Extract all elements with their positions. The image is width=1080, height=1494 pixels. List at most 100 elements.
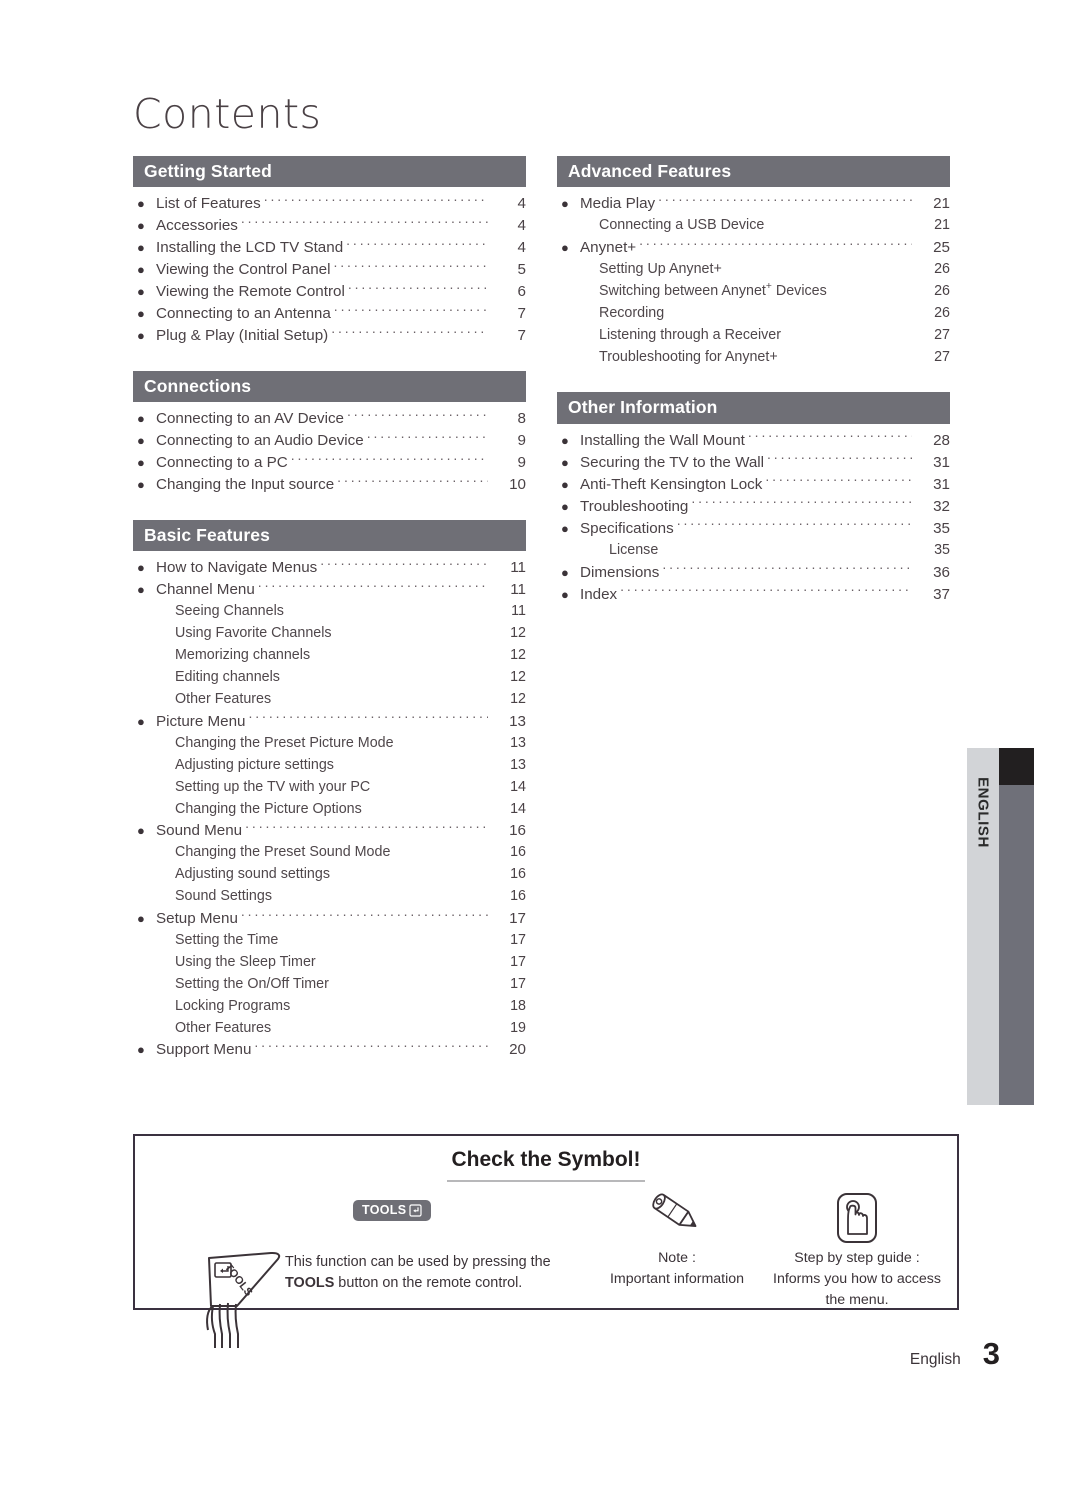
toc-item-label: Channel Menu	[156, 581, 255, 599]
toc-page-number: 12	[510, 647, 526, 664]
toc-subitem[interactable]: Connecting a USB Device 21	[557, 215, 950, 237]
toc-item-label: Changing the Picture Options	[175, 800, 362, 817]
toc-item[interactable]: ● Installing the Wall Mount 28	[557, 430, 950, 452]
toc-subitem[interactable]: Using Favorite Channels 12	[133, 623, 526, 645]
toc-page-number: 35	[933, 519, 950, 537]
toc-item-label: Switching between Anynet+ Devices	[599, 281, 827, 300]
side-tab-black-cap	[999, 748, 1034, 785]
toc-column-right: Advanced Features ●Media Play21Connecting…	[557, 156, 950, 605]
toc-section-header: Basic Features	[133, 520, 526, 552]
toc-subitem[interactable]: Listening through a Receiver 27	[557, 325, 950, 347]
toc-section-header: Getting Started	[133, 156, 526, 188]
toc-item[interactable]: ● Connecting to a PC 9	[133, 452, 526, 474]
toc-subitem[interactable]: Other Features 12	[133, 689, 526, 711]
toc-subitem[interactable]: Sound Settings 16	[133, 886, 526, 908]
toc-page-number: 7	[517, 327, 526, 345]
toc-item[interactable]: ● Anti-Theft Kensington Lock 31	[557, 474, 950, 496]
toc-subitem[interactable]: Seeing Channels 11	[133, 601, 526, 623]
toc-page-number: 21	[934, 217, 950, 234]
toc-item[interactable]: ● Specifications 35	[557, 518, 950, 540]
leader-dots	[830, 281, 912, 295]
bullet-icon: ●	[137, 911, 145, 927]
toc-item[interactable]: ● Connecting to an Antenna 7	[133, 303, 526, 325]
toc-page-number: 11	[510, 581, 526, 599]
toc-item[interactable]: ● Support Menu 20	[133, 1039, 526, 1061]
toc-subitem[interactable]: Changing the Preset Picture Mode 13	[133, 733, 526, 755]
toc-item[interactable]: ● Anynet+ 25	[557, 237, 950, 259]
toc-item[interactable]: ● Viewing the Control Panel 5	[133, 259, 526, 281]
bullet-icon: ●	[137, 262, 145, 278]
toc-section-header: Advanced Features	[557, 156, 950, 188]
toc-item[interactable]: ● Picture Menu 13	[133, 711, 526, 733]
note-icon-row	[597, 1192, 757, 1248]
toc-column-left: Getting Started ● List of Features 4 ● Access…	[133, 156, 526, 1061]
bullet-icon: ●	[137, 196, 145, 212]
leader-dots	[658, 193, 912, 208]
toc-subitem[interactable]: Troubleshooting for Anynet+ 27	[557, 347, 950, 369]
toc-item-label: Memorizing channels	[175, 647, 311, 664]
toc-item[interactable]: ● Viewing the Remote Control 6	[133, 281, 526, 303]
toc-item[interactable]: ● Index 37	[557, 583, 950, 605]
bullet-icon: ●	[561, 564, 569, 580]
toc-subitem[interactable]: Other Features 19	[133, 1017, 526, 1039]
bullet-icon: ●	[137, 560, 145, 576]
toc-page-number: 16	[510, 866, 526, 883]
toc-item[interactable]: ● Accessories 4	[133, 215, 526, 237]
toc-item-label: How to Navigate Menus	[156, 559, 318, 577]
toc-item[interactable]: ● Channel Menu 11	[133, 579, 526, 601]
bullet-icon: ●	[561, 432, 569, 448]
symbol-column-note: Note : Important information	[597, 1192, 757, 1290]
toc-item[interactable]: ● Sound Menu 16	[133, 820, 526, 842]
toc-page-number: 21	[933, 195, 950, 213]
toc-list: ● List of Features 4 ● Accessories 4 ● Installi…	[133, 187, 526, 347]
toc-item[interactable]: ● How to Navigate Menus 11	[133, 557, 526, 579]
tools-badge: TOOLS	[353, 1200, 432, 1221]
toc-subitem[interactable]: Recording 26	[557, 303, 950, 325]
toc-page-number: 20	[509, 1041, 526, 1059]
toc-item[interactable]: ● Media Play 21	[557, 193, 950, 215]
toc-page-number: 7	[517, 305, 526, 323]
toc-item-label: Changing the Preset Sound Mode	[175, 844, 391, 861]
toc-subitem[interactable]: Setting the Time 17	[133, 930, 526, 952]
toc-subitem[interactable]: Setting the On/Off Timer 17	[133, 974, 526, 996]
bullet-icon: ●	[137, 823, 145, 839]
bullet-icon: ●	[561, 240, 569, 256]
leader-dots	[241, 908, 488, 923]
toc-subitem[interactable]: Setting up the TV with your PC 14	[133, 776, 526, 798]
toc-page-number: 12	[510, 669, 526, 686]
toc-item[interactable]: ● Plug & Play (Initial Setup) 7	[133, 325, 526, 347]
toc-item[interactable]: ● Connecting to an AV Device 8	[133, 408, 526, 430]
toc-page-number: 5	[517, 261, 526, 279]
toc-subitem[interactable]: Using the Sleep Timer 17	[133, 952, 526, 974]
toc-subitem[interactable]: Locking Programs 18	[133, 995, 526, 1017]
toc-item[interactable]: ● List of Features 4	[133, 193, 526, 215]
toc-subitem[interactable]: Switching between Anynet+ Devices 26	[557, 281, 950, 303]
symbol-column-step: Step by step guide : Informs you how to …	[763, 1192, 951, 1311]
toc-item[interactable]: ● Troubleshooting 32	[557, 496, 950, 518]
toc-page-number: 36	[933, 563, 950, 581]
toc-item[interactable]: ● Installing the LCD TV Stand 4	[133, 237, 526, 259]
toc-subitem[interactable]: Changing the Picture Options 14	[133, 798, 526, 820]
toc-item-label: Locking Programs	[175, 997, 291, 1014]
toc-section: Other Information ● Installing the Wall Mo…	[557, 392, 950, 605]
toc-subitem[interactable]: License 35	[557, 539, 950, 561]
toc-item[interactable]: ● Setup Menu 17	[133, 908, 526, 930]
leader-dots	[333, 864, 488, 878]
toc-item[interactable]: ● Securing the TV to the Wall 31	[557, 452, 950, 474]
toc-subitem[interactable]: Memorizing channels 12	[133, 645, 526, 667]
toc-subitem[interactable]: Editing channels 12	[133, 667, 526, 689]
leader-dots	[334, 303, 488, 318]
toc-page-number: 12	[510, 625, 526, 642]
toc-subitem[interactable]: Adjusting sound settings 16	[133, 864, 526, 886]
toc-item-label: Connecting to an Antenna	[156, 305, 331, 323]
toc-item[interactable]: ● Dimensions 36	[557, 561, 950, 583]
toc-item-label: Viewing the Control Panel	[156, 261, 331, 279]
toc-subitem[interactable]: Changing the Preset Sound Mode 16	[133, 842, 526, 864]
toc-item-label: Adjusting picture settings	[175, 756, 334, 773]
toc-item[interactable]: ● Connecting to an Audio Device 9	[133, 430, 526, 452]
toc-item[interactable]: ● Changing the Input source 10	[133, 474, 526, 496]
leader-dots	[274, 689, 488, 703]
toc-subitem[interactable]: Adjusting picture settings 13	[133, 755, 526, 777]
step-caption-line2: Informs you how to access the menu.	[773, 1271, 941, 1308]
toc-subitem[interactable]: Setting Up Anynet+ 26	[557, 259, 950, 281]
